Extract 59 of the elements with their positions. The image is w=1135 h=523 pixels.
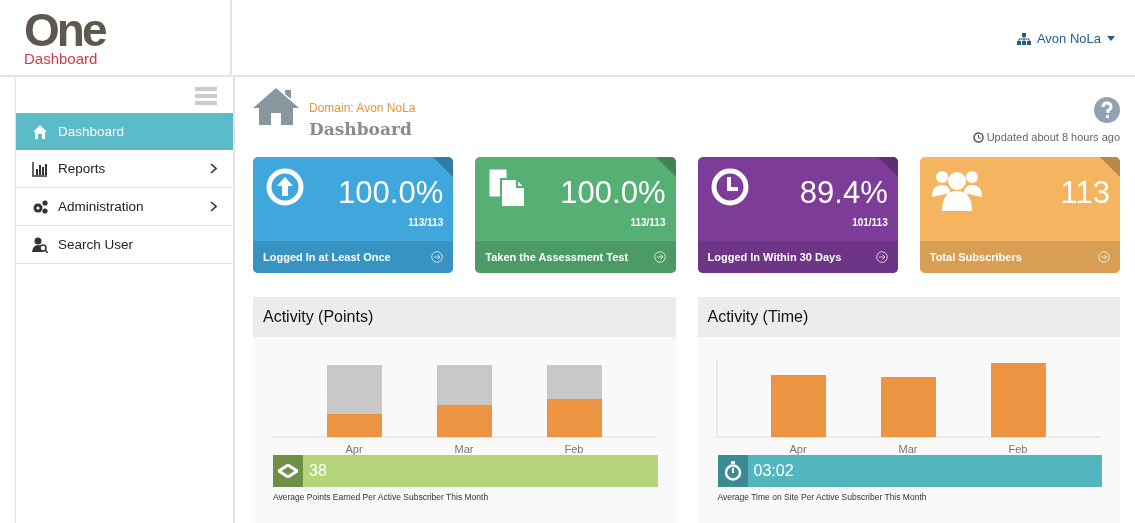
panel-title: Activity (Points) <box>253 297 676 337</box>
chart-bar <box>881 377 937 437</box>
sidebar-item[interactable]: Search User <box>16 226 233 264</box>
page-fold <box>655 157 676 177</box>
sidebar-item[interactable]: Administration <box>16 188 233 226</box>
stat-value: 100.0% <box>338 175 444 211</box>
chart-bar <box>771 375 827 437</box>
page-fold <box>433 157 454 177</box>
help-icon[interactable] <box>1094 97 1120 123</box>
card-label: Logged In Within 30 Days <box>707 251 842 263</box>
chart-icon <box>32 160 48 177</box>
home-icon <box>253 87 299 125</box>
stat-value: 100.0% <box>560 175 666 211</box>
chart-bar <box>546 399 602 437</box>
arrow-circle-icon <box>1098 251 1110 263</box>
user-menu[interactable]: Avon NoLa <box>1010 30 1121 47</box>
axis-label: Feb <box>564 443 584 455</box>
chart-bar <box>436 365 492 405</box>
stat-value: 03:02 <box>752 461 795 481</box>
sitemap-icon <box>1016 32 1031 45</box>
stat-ratio: 113/113 <box>630 217 666 228</box>
axis-label: Apr <box>345 443 363 455</box>
caret-icon <box>1107 36 1115 41</box>
chart-bar <box>436 405 492 437</box>
stat-card[interactable]: 89.4% 101/113 Logged In Within 30 Days <box>697 157 898 273</box>
stat-value: 113 <box>1060 175 1110 211</box>
panel-title: Activity (Time) <box>697 297 1120 337</box>
axis-label: Mar <box>898 443 918 455</box>
stopwatch-icon <box>723 461 742 481</box>
card-label: Logged In at Least Once <box>263 251 391 263</box>
stat-caption: Average Points Earned Per Active Subscriber This Month <box>273 492 490 502</box>
sidebar-item[interactable]: Reports <box>16 150 233 188</box>
menu-icon[interactable] <box>195 87 217 105</box>
card-label: Total Subscribers <box>929 251 1022 263</box>
stat-caption: Average Time on Site Per Active Subscriber This Month <box>717 492 928 502</box>
gears-icon <box>32 198 48 215</box>
stat-ratio: 113/113 <box>408 217 444 228</box>
arrow-circle-icon <box>875 251 888 263</box>
clock-icon <box>972 131 984 143</box>
axis-label: Apr <box>789 443 807 455</box>
logo-text: One <box>24 10 106 50</box>
chart-bar <box>546 365 602 399</box>
logo-subtitle: Dashboard <box>24 50 99 67</box>
arrow-circle-icon <box>653 251 666 263</box>
stat-value: 89.4% <box>799 175 888 211</box>
domain-label: Domain: Avon NoLa <box>309 101 416 115</box>
page-fold <box>877 157 898 177</box>
page-title: Dashboard <box>309 119 413 139</box>
stat-ratio: 101/113 <box>852 217 888 228</box>
axis-label: Mar <box>454 443 474 455</box>
card-label: Taken the Assessment Test <box>485 251 629 263</box>
user-icon <box>32 236 48 253</box>
axis-label: Feb <box>1008 443 1028 455</box>
diamond-icon <box>278 464 298 478</box>
page-fold <box>1100 157 1120 177</box>
arrow-circle-icon <box>431 251 444 263</box>
updated-text: Updated about 8 hours ago <box>986 131 1120 143</box>
home-icon <box>32 123 48 140</box>
stat-value: 38 <box>308 461 328 481</box>
